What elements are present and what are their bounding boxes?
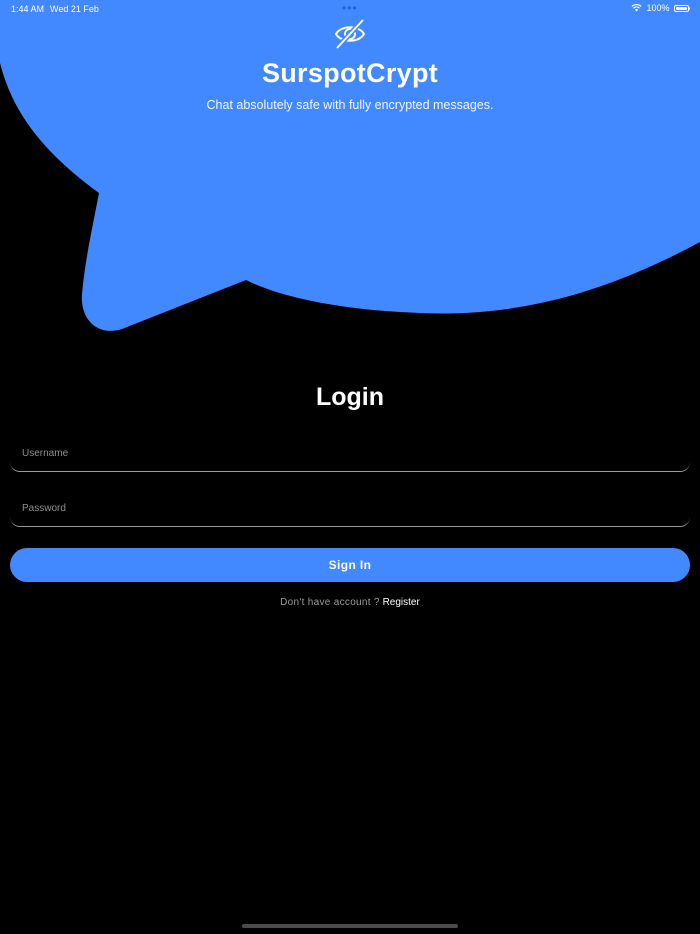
status-indicators: 100% (631, 3, 690, 13)
speech-bubble-header-background (0, 0, 700, 331)
app-subtitle: Chat absolutely safe with fully encrypte… (206, 98, 494, 112)
wifi-icon (631, 4, 642, 12)
home-indicator[interactable] (242, 924, 458, 928)
eye-off-icon (334, 18, 366, 50)
status-time: 1:44 AM (11, 4, 45, 14)
register-prompt: Don't have account ? (280, 597, 380, 608)
login-heading: Login (315, 383, 385, 411)
app-title: SurspotCrypt (261, 58, 439, 88)
username-input[interactable] (10, 436, 690, 471)
password-field[interactable] (10, 491, 690, 527)
register-link[interactable]: Register (383, 597, 420, 608)
sign-in-button[interactable]: Sign In (10, 548, 690, 582)
password-input[interactable] (10, 491, 690, 526)
battery-percentage: 100% (646, 3, 670, 13)
battery-icon (673, 4, 690, 12)
register-row: Don't have account ? Register (0, 597, 700, 608)
multitasking-dots[interactable]: ••• (342, 1, 358, 15)
status-bar: 1:44 AM Wed 21 Feb ••• 100% (0, 0, 700, 18)
username-field[interactable] (10, 436, 690, 472)
status-date: Wed 21 Feb (50, 4, 99, 14)
